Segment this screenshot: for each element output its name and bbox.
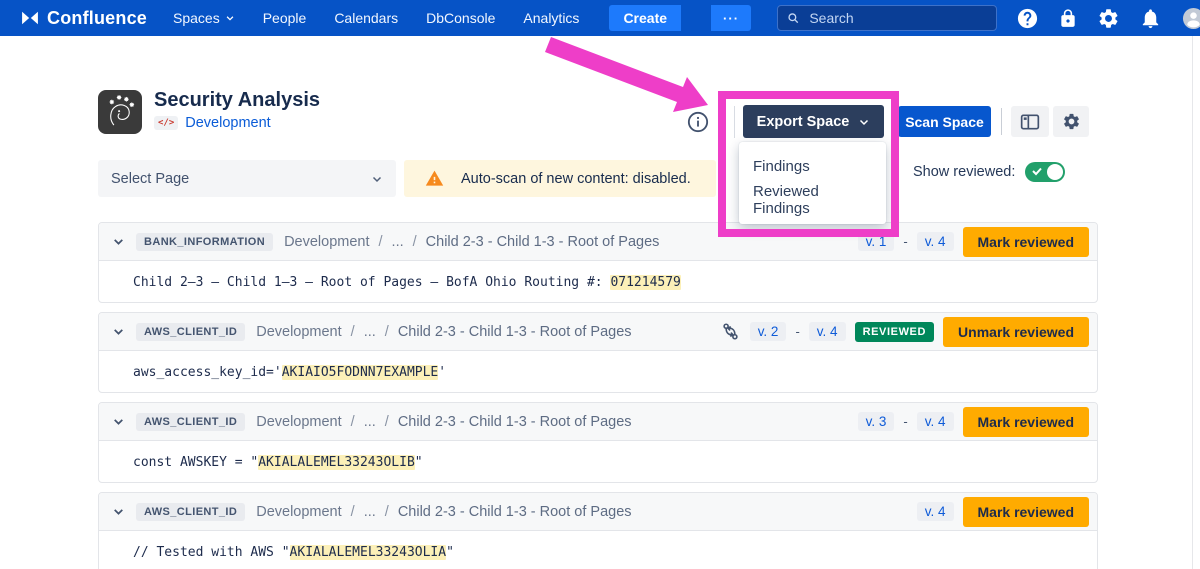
search-input[interactable]: [807, 9, 987, 27]
autoscan-warning-banner: Auto-scan of new content: disabled.: [404, 160, 716, 197]
export-space-menu: Findings Reviewed Findings: [739, 142, 886, 224]
search-box[interactable]: [777, 5, 997, 31]
menu-item-reviewed-findings[interactable]: Reviewed Findings: [739, 183, 886, 216]
check-icon: [1031, 165, 1043, 177]
collapse-chevron-icon[interactable]: [112, 505, 125, 518]
collapse-chevron-icon[interactable]: [112, 235, 125, 248]
nav-item-analytics[interactable]: Analytics: [523, 10, 579, 26]
confluence-logo[interactable]: Confluence: [20, 8, 147, 29]
finding-snippet: Child 2–3 – Child 1–3 – Root of Pages – …: [99, 261, 1097, 303]
version-chip[interactable]: v. 4: [917, 232, 954, 251]
nav-item-spaces[interactable]: Spaces: [173, 10, 235, 26]
user-avatar[interactable]: [1181, 7, 1200, 30]
show-reviewed-toggle[interactable]: [1025, 162, 1065, 182]
space-settings-button[interactable]: [1053, 106, 1089, 137]
breadcrumb: Development / ... / Child 2-3 - Child 1-…: [256, 414, 631, 430]
collapse-chevron-icon[interactable]: [112, 415, 125, 428]
code-space-icon: </>: [154, 116, 178, 130]
scan-space-button[interactable]: Scan Space: [898, 106, 991, 137]
gear-icon[interactable]: [1097, 7, 1120, 30]
finding-snippet: aws_access_key_id='AKIAIO5FODNN7EXAMPLE': [99, 351, 1097, 393]
mark-reviewed-button[interactable]: Mark reviewed: [963, 497, 1090, 527]
finding-group: AWS_CLIENT_ID Development / ... / Child …: [98, 402, 1098, 483]
version-chip[interactable]: v. 4: [917, 502, 954, 521]
sidebar-layout-icon: [1020, 113, 1040, 131]
export-space-button[interactable]: Export Space: [743, 105, 884, 138]
finding-header: AWS_CLIENT_ID Development / ... / Child …: [99, 403, 1097, 441]
nav-item-dbconsole[interactable]: DbConsole: [426, 10, 495, 26]
highlighted-secret: AKIAIO5FODNN7EXAMPLE: [282, 365, 439, 380]
space-avatar-art: [100, 92, 140, 132]
confluence-security-analysis-page: Confluence Spaces People Calendars DbCon…: [0, 0, 1200, 569]
highlighted-secret: AKIALALEMEL33243OLIA: [290, 545, 447, 560]
header-divider: [1001, 108, 1002, 135]
show-reviewed-control: Show reviewed:: [913, 162, 1065, 182]
space-breadcrumb: </> Development: [154, 115, 271, 131]
chevron-down-icon: [371, 173, 383, 185]
space-link-development[interactable]: Development: [185, 115, 270, 131]
notification-bell-icon[interactable]: [1139, 7, 1162, 30]
toggle-knob: [1047, 164, 1063, 180]
mark-reviewed-button[interactable]: Mark reviewed: [963, 227, 1090, 257]
highlighted-secret: 071214579: [610, 275, 680, 290]
version-chip[interactable]: v. 2: [750, 322, 787, 341]
version-chip[interactable]: v. 3: [858, 412, 895, 431]
collapse-chevron-icon[interactable]: [112, 325, 125, 338]
version-chip[interactable]: v. 4: [917, 412, 954, 431]
finding-header: AWS_CLIENT_ID Development / ... / Child …: [99, 493, 1097, 531]
help-icon[interactable]: [1016, 7, 1039, 30]
mark-reviewed-button[interactable]: Mark reviewed: [963, 407, 1090, 437]
version-chip[interactable]: v. 4: [809, 322, 846, 341]
breadcrumb: Development / ... / Child 2-3 - Child 1-…: [256, 504, 631, 520]
show-reviewed-label: Show reviewed:: [913, 164, 1015, 180]
finding-type-badge: BANK_INFORMATION: [136, 233, 273, 251]
gear-icon: [1062, 112, 1081, 131]
select-page-dropdown[interactable]: Select Page: [98, 160, 396, 197]
compare-versions-icon[interactable]: [720, 321, 741, 342]
nav-menu: Spaces People Calendars DbConsole Analyt…: [173, 5, 751, 31]
info-icon[interactable]: [687, 111, 709, 133]
nav-right: [777, 5, 1200, 31]
breadcrumb: Development / ... / Child 2-3 - Child 1-…: [256, 324, 631, 340]
brand-name: Confluence: [47, 8, 147, 29]
sidebar-layout-button[interactable]: [1011, 106, 1049, 137]
finding-type-badge: AWS_CLIENT_ID: [136, 413, 245, 431]
highlighted-secret: AKIALALEMEL33243OLIB: [258, 455, 415, 470]
confluence-logo-icon: [20, 8, 40, 28]
warning-icon: [425, 169, 444, 188]
finding-group: BANK_INFORMATION Development / ... / Chi…: [98, 222, 1098, 303]
nav-item-calendars[interactable]: Calendars: [334, 10, 398, 26]
search-icon: [787, 11, 799, 25]
finding-actions: v. 2 - v. 4 REVIEWED Unmark reviewed: [720, 317, 1089, 347]
lock-icon[interactable]: [1058, 7, 1078, 30]
version-chip[interactable]: v. 1: [858, 232, 895, 251]
top-nav: Confluence Spaces People Calendars DbCon…: [0, 0, 1200, 36]
finding-type-badge: AWS_CLIENT_ID: [136, 503, 245, 521]
breadcrumb: Development / ... / Child 2-3 - Child 1-…: [284, 234, 659, 250]
finding-type-badge: AWS_CLIENT_ID: [136, 323, 245, 341]
page-title: Security Analysis: [154, 89, 320, 112]
nav-item-people[interactable]: People: [263, 10, 307, 26]
finding-group: AWS_CLIENT_ID Development / ... / Child …: [98, 312, 1098, 393]
chevron-down-icon: [858, 116, 870, 128]
chevron-down-icon: [225, 13, 235, 23]
finding-header: BANK_INFORMATION Development / ... / Chi…: [99, 223, 1097, 261]
finding-snippet: // Tested with AWS "AKIALALEMEL33243OLIA…: [99, 531, 1097, 569]
finding-header: AWS_CLIENT_ID Development / ... / Child …: [99, 313, 1097, 351]
unmark-reviewed-button[interactable]: Unmark reviewed: [943, 317, 1089, 347]
nav-more-button[interactable]: ···: [711, 5, 751, 31]
reviewed-badge: REVIEWED: [855, 322, 934, 342]
menu-item-findings[interactable]: Findings: [739, 150, 886, 183]
create-button[interactable]: Create: [609, 5, 681, 31]
finding-actions: v. 4 Mark reviewed: [917, 497, 1089, 527]
finding-actions: v. 1 - v. 4 Mark reviewed: [858, 227, 1089, 257]
space-avatar: [98, 90, 142, 134]
scrollbar-track-edge: [1192, 36, 1193, 569]
finding-group: AWS_CLIENT_ID Development / ... / Child …: [98, 492, 1098, 569]
finding-snippet: const AWSKEY = "AKIALALEMEL33243OLIB": [99, 441, 1097, 483]
finding-actions: v. 3 - v. 4 Mark reviewed: [858, 407, 1089, 437]
header-divider: [734, 106, 735, 138]
